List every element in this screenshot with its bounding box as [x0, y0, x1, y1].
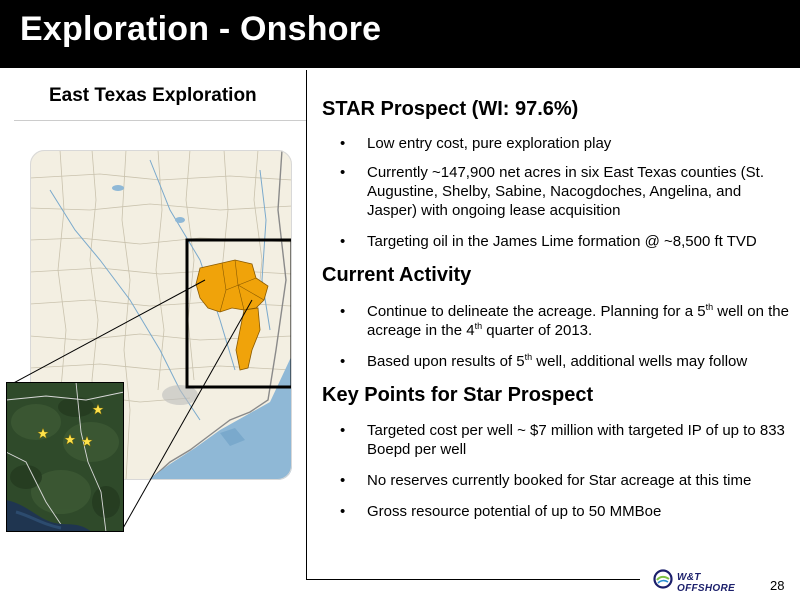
- bullet-text: Targeted cost per well ~ $7 million with…: [367, 422, 785, 458]
- bullet-icon: •: [340, 135, 346, 152]
- satellite-inset-with-well-stars: [6, 382, 124, 532]
- list-item: • Targeted cost per well ~ $7 million wi…: [340, 421, 790, 459]
- bullet-text: Based upon results of 5th well, addition…: [367, 352, 748, 371]
- list-item: • Currently ~147,900 net acres in six Ea…: [340, 163, 790, 220]
- wt-offshore-logo-icon: [653, 569, 673, 589]
- bullet-text: No reserves currently booked for Star ac…: [367, 472, 752, 489]
- list-item: • Based upon results of 5th well, additi…: [340, 352, 790, 371]
- company-logo: W&T OFFSHORE: [653, 568, 759, 594]
- left-panel-heading: East Texas Exploration: [49, 85, 257, 106]
- bullet-text: Low entry cost, pure exploration play: [367, 135, 612, 152]
- bullet-text: Gross resource potential of up to 50 MMB…: [367, 503, 662, 520]
- section-heading-current-activity: Current Activity: [322, 264, 472, 286]
- bullet-icon: •: [340, 422, 346, 439]
- left-panel-header: East Texas Exploration: [14, 76, 306, 121]
- bullet-icon: •: [340, 303, 346, 320]
- bullet-icon: •: [340, 353, 346, 370]
- title-underline: [0, 68, 800, 70]
- company-logo-text: W&T OFFSHORE: [677, 572, 735, 594]
- list-item: • No reserves currently booked for Star …: [340, 471, 790, 490]
- page-number: 28: [770, 578, 785, 593]
- list-item: • Low entry cost, pure exploration play: [340, 134, 790, 153]
- list-item: • Gross resource potential of up to 50 M…: [340, 502, 790, 521]
- bullet-text: Continue to delineate the acreage. Plann…: [367, 302, 789, 340]
- bullet-icon: •: [340, 233, 346, 250]
- bullet-text: Targeting oil in the James Lime formatio…: [367, 233, 757, 250]
- slide-title: Exploration - Onshore: [20, 10, 382, 48]
- list-item: • Continue to delineate the acreage. Pla…: [340, 302, 790, 340]
- list-item: • Targeting oil in the James Lime format…: [340, 232, 790, 251]
- bullet-list-star-prospect: • Low entry cost, pure exploration play …: [340, 134, 790, 251]
- bullet-text: Currently ~147,900 net acres in six East…: [367, 164, 765, 219]
- section-heading-star-prospect: STAR Prospect (WI: 97.6%): [322, 98, 579, 120]
- bullet-icon: •: [340, 472, 346, 489]
- vertical-divider: [306, 70, 307, 580]
- bullet-list-key-points: • Targeted cost per well ~ $7 million wi…: [340, 421, 790, 521]
- bullet-icon: •: [340, 503, 346, 520]
- title-bar: Exploration - Onshore: [0, 0, 800, 68]
- footer-rule: [306, 579, 640, 580]
- bullet-list-current-activity: • Continue to delineate the acreage. Pla…: [340, 302, 790, 371]
- bullet-icon: •: [340, 164, 346, 181]
- section-heading-key-points: Key Points for Star Prospect: [322, 384, 594, 406]
